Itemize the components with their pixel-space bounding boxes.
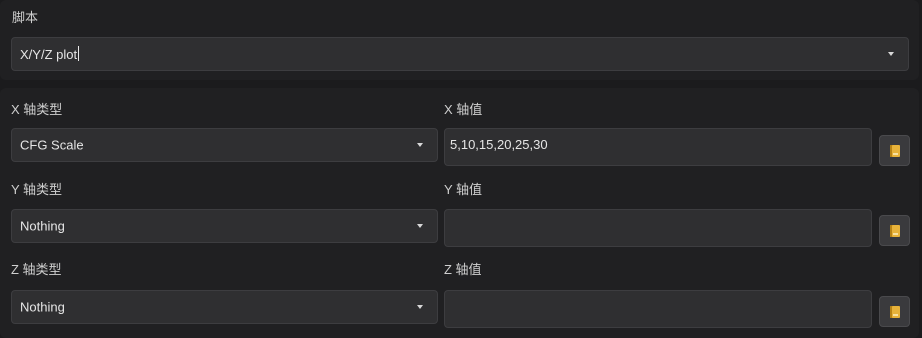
- z-axis-type-dropdown[interactable]: Nothing: [11, 290, 438, 324]
- book-icon: [890, 306, 900, 318]
- x-axis-fill-values-button[interactable]: [879, 135, 910, 166]
- book-icon: [890, 145, 900, 157]
- y-axis-values-input[interactable]: [444, 209, 872, 247]
- script-panel: 脚本 X/Y/Z plot: [0, 0, 919, 80]
- z-axis-values-input[interactable]: [444, 290, 872, 328]
- text-cursor: [78, 46, 80, 61]
- y-axis-type-dropdown[interactable]: Nothing: [11, 209, 438, 243]
- z-axis-fill-values-button[interactable]: [879, 296, 910, 327]
- x-axis-values-text: 5,10,15,20,25,30: [450, 137, 548, 152]
- script-label: 脚本: [12, 10, 39, 25]
- x-axis-type-value: CFG Scale: [20, 137, 84, 153]
- y-axis-type-label: Y 轴类型: [11, 182, 63, 197]
- z-axis-type-label: Z 轴类型: [11, 262, 62, 277]
- chevron-down-icon: [417, 143, 423, 147]
- chevron-down-icon: [417, 305, 423, 309]
- chevron-down-icon: [417, 224, 423, 228]
- x-axis-type-dropdown[interactable]: CFG Scale: [11, 128, 438, 162]
- x-axis-type-label: X 轴类型: [11, 102, 63, 117]
- x-axis-values-label: X 轴值: [444, 102, 483, 117]
- y-axis-values-label: Y 轴值: [444, 182, 483, 197]
- axes-panel: X 轴类型 CFG Scale X 轴值 5,10,15,20,25,30 Y …: [0, 88, 919, 338]
- book-icon: [890, 225, 900, 237]
- chevron-down-icon: [888, 52, 894, 56]
- script-dropdown-value: X/Y/Z plot: [20, 46, 80, 62]
- z-axis-type-value: Nothing: [20, 299, 65, 315]
- script-dropdown[interactable]: X/Y/Z plot: [11, 37, 909, 71]
- z-axis-values-label: Z 轴值: [444, 262, 482, 277]
- y-axis-type-value: Nothing: [20, 218, 65, 234]
- x-axis-values-input[interactable]: 5,10,15,20,25,30: [444, 128, 872, 166]
- y-axis-fill-values-button[interactable]: [879, 215, 910, 246]
